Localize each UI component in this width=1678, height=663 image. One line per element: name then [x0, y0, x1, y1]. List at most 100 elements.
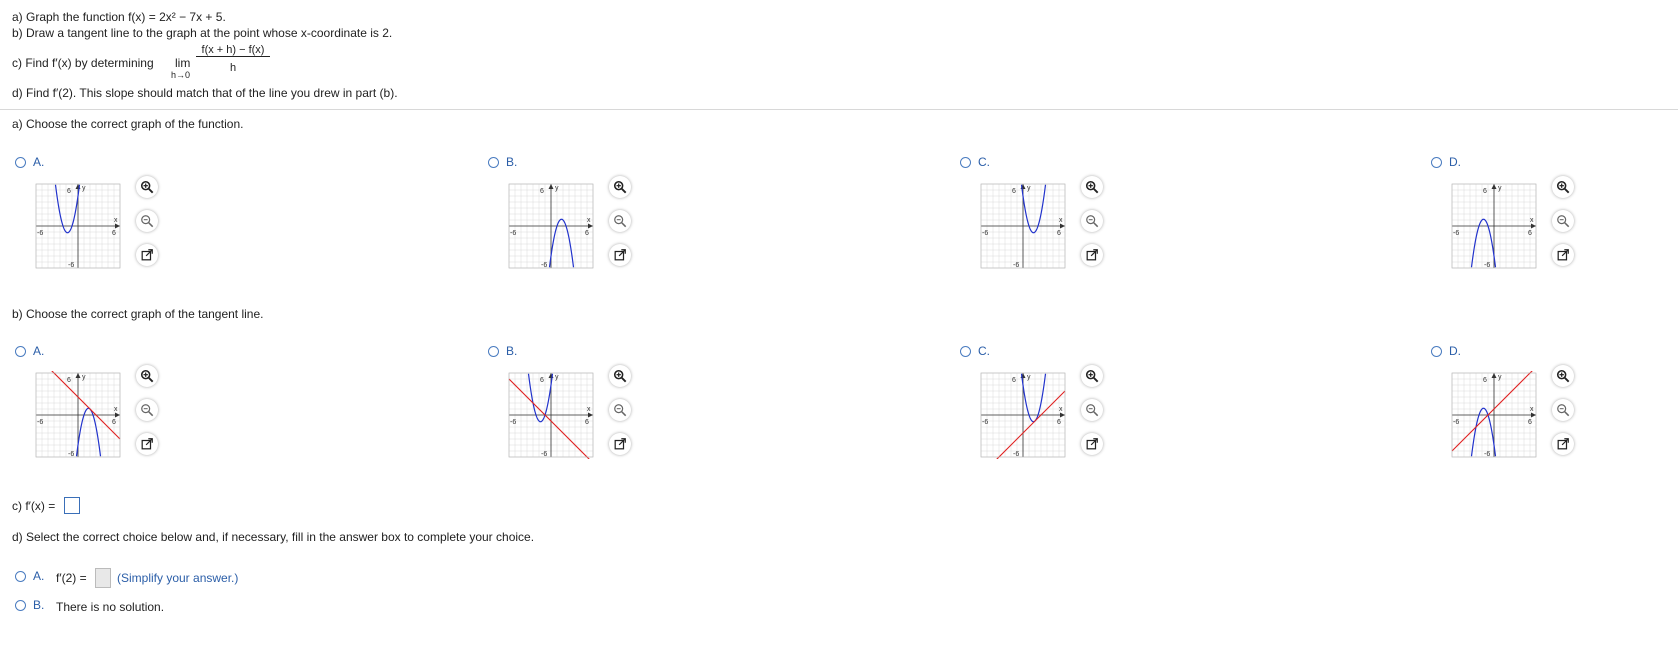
part-d-option-a-text: f′(2) =	[56, 571, 87, 585]
part-b-b-zoom-in-button[interactable]	[609, 365, 631, 387]
f2-answer-box[interactable]	[95, 568, 111, 588]
part-a-c-zoom-in-button[interactable]	[1081, 176, 1103, 198]
svg-text:x: x	[1059, 406, 1063, 413]
svg-text:-6: -6	[37, 230, 43, 237]
svg-text:y: y	[1498, 185, 1502, 192]
part-b-radio-c[interactable]	[960, 346, 971, 357]
svg-text:6: 6	[1483, 377, 1487, 384]
part-b-d-popout-button[interactable]	[1552, 433, 1574, 455]
fprime-answer-box[interactable]	[64, 497, 80, 514]
part-b-graph-a[interactable]: 6 -6 -6 6 y x	[34, 354, 122, 459]
question-part-b: b) Draw a tangent line to the graph at t…	[12, 26, 393, 40]
part-b-option-c-label[interactable]: C.	[978, 344, 990, 358]
popout-icon	[141, 438, 153, 450]
zoom-out-icon	[1086, 404, 1099, 417]
part-a-radio-c[interactable]	[960, 157, 971, 168]
part-a-radio-a[interactable]	[15, 157, 26, 168]
part-a-d-popout-button[interactable]	[1552, 244, 1574, 266]
part-b-b-popout-button[interactable]	[609, 433, 631, 455]
svg-text:x: x	[1530, 217, 1534, 224]
svg-text:x: x	[114, 217, 118, 224]
part-b-option-b-label[interactable]: B.	[506, 344, 517, 358]
part-d-option-b-label[interactable]: B.	[33, 598, 44, 612]
zoom-out-icon	[614, 215, 627, 228]
part-c-label: c) f′(x) =	[12, 499, 56, 513]
part-b-radio-d[interactable]	[1431, 346, 1442, 357]
svg-text:y: y	[82, 185, 86, 192]
part-b-c-popout-button[interactable]	[1081, 433, 1103, 455]
part-b-option-a-label[interactable]: A.	[33, 344, 44, 358]
svg-text:6: 6	[540, 377, 544, 384]
limit-subscript: h→0	[171, 70, 191, 80]
part-a-graph-c[interactable]: 6 -6 -6 6 y x	[979, 182, 1067, 270]
popout-icon	[1086, 249, 1098, 261]
part-a-c-popout-button[interactable]	[1081, 244, 1103, 266]
part-b-c-zoom-out-button[interactable]	[1081, 399, 1103, 421]
svg-text:6: 6	[1528, 230, 1532, 237]
part-a-a-zoom-in-button[interactable]	[136, 176, 158, 198]
part-a-b-zoom-out-button[interactable]	[609, 210, 631, 232]
part-a-d-zoom-in-button[interactable]	[1552, 176, 1574, 198]
part-b-c-zoom-in-button[interactable]	[1081, 365, 1103, 387]
svg-text:x: x	[587, 406, 591, 413]
part-b-graph-b[interactable]: 6 -6 -6 6 y x	[507, 371, 595, 464]
svg-text:y: y	[1027, 374, 1031, 381]
part-a-graph-d[interactable]: 6 -6 -6 6 y x	[1450, 182, 1538, 270]
svg-text:-6: -6	[510, 230, 516, 237]
svg-text:-6: -6	[1453, 419, 1459, 426]
part-b-radio-b[interactable]	[488, 346, 499, 357]
part-b-b-zoom-out-button[interactable]	[609, 399, 631, 421]
part-a-a-zoom-out-button[interactable]	[136, 210, 158, 232]
svg-text:6: 6	[1012, 188, 1016, 195]
zoom-in-icon	[613, 180, 627, 194]
part-a-radio-d[interactable]	[1431, 157, 1442, 168]
zoom-in-icon	[1556, 180, 1570, 194]
zoom-out-icon	[1557, 215, 1570, 228]
part-a-graph-a[interactable]: 6 -6 -6 6 y x	[34, 182, 122, 270]
question-part-d: d) Find f′(2). This slope should match t…	[12, 86, 398, 100]
part-d-radio-a[interactable]	[15, 571, 26, 582]
part-a-option-c-label[interactable]: C.	[978, 155, 990, 169]
popout-icon	[141, 249, 153, 261]
popout-icon	[1557, 249, 1569, 261]
svg-text:6: 6	[540, 188, 544, 195]
svg-text:x: x	[114, 406, 118, 413]
svg-text:y: y	[1498, 374, 1502, 381]
part-a-graph-b[interactable]: 6 -6 -6 6 y x	[507, 182, 595, 270]
part-d-prompt: d) Select the correct choice below and, …	[12, 530, 535, 544]
part-b-radio-a[interactable]	[15, 346, 26, 357]
part-b-graph-d[interactable]: 6 -6 -6 6 y x	[1450, 366, 1538, 459]
part-b-d-zoom-in-button[interactable]	[1552, 365, 1574, 387]
limit-word: lim	[175, 56, 191, 70]
part-a-option-a-label[interactable]: A.	[33, 155, 44, 169]
svg-text:x: x	[587, 217, 591, 224]
part-a-radio-b[interactable]	[488, 157, 499, 168]
part-b-graph-c[interactable]: 6 -6 -6 6 y x	[979, 371, 1067, 476]
zoom-out-icon	[141, 404, 154, 417]
part-d-option-b-text: There is no solution.	[56, 600, 165, 614]
zoom-in-icon	[1556, 369, 1570, 383]
zoom-in-icon	[1085, 180, 1099, 194]
svg-text:6: 6	[1057, 230, 1061, 237]
part-a-option-b-label[interactable]: B.	[506, 155, 517, 169]
popout-icon	[1086, 438, 1098, 450]
part-b-a-zoom-in-button[interactable]	[136, 365, 158, 387]
part-a-b-popout-button[interactable]	[609, 244, 631, 266]
part-b-option-d-label[interactable]: D.	[1449, 344, 1461, 358]
svg-text:6: 6	[1057, 419, 1061, 426]
part-d-option-a-label[interactable]: A.	[33, 569, 44, 583]
part-d-radio-b[interactable]	[15, 600, 26, 611]
popout-icon	[614, 249, 626, 261]
part-a-d-zoom-out-button[interactable]	[1552, 210, 1574, 232]
popout-icon	[614, 438, 626, 450]
zoom-in-icon	[1085, 369, 1099, 383]
part-a-option-d-label[interactable]: D.	[1449, 155, 1461, 169]
part-a-b-zoom-in-button[interactable]	[609, 176, 631, 198]
part-a-c-zoom-out-button[interactable]	[1081, 210, 1103, 232]
svg-text:6: 6	[67, 377, 71, 384]
svg-text:6: 6	[1012, 377, 1016, 384]
part-b-a-popout-button[interactable]	[136, 433, 158, 455]
part-a-a-popout-button[interactable]	[136, 244, 158, 266]
part-b-d-zoom-out-button[interactable]	[1552, 399, 1574, 421]
part-b-a-zoom-out-button[interactable]	[136, 399, 158, 421]
